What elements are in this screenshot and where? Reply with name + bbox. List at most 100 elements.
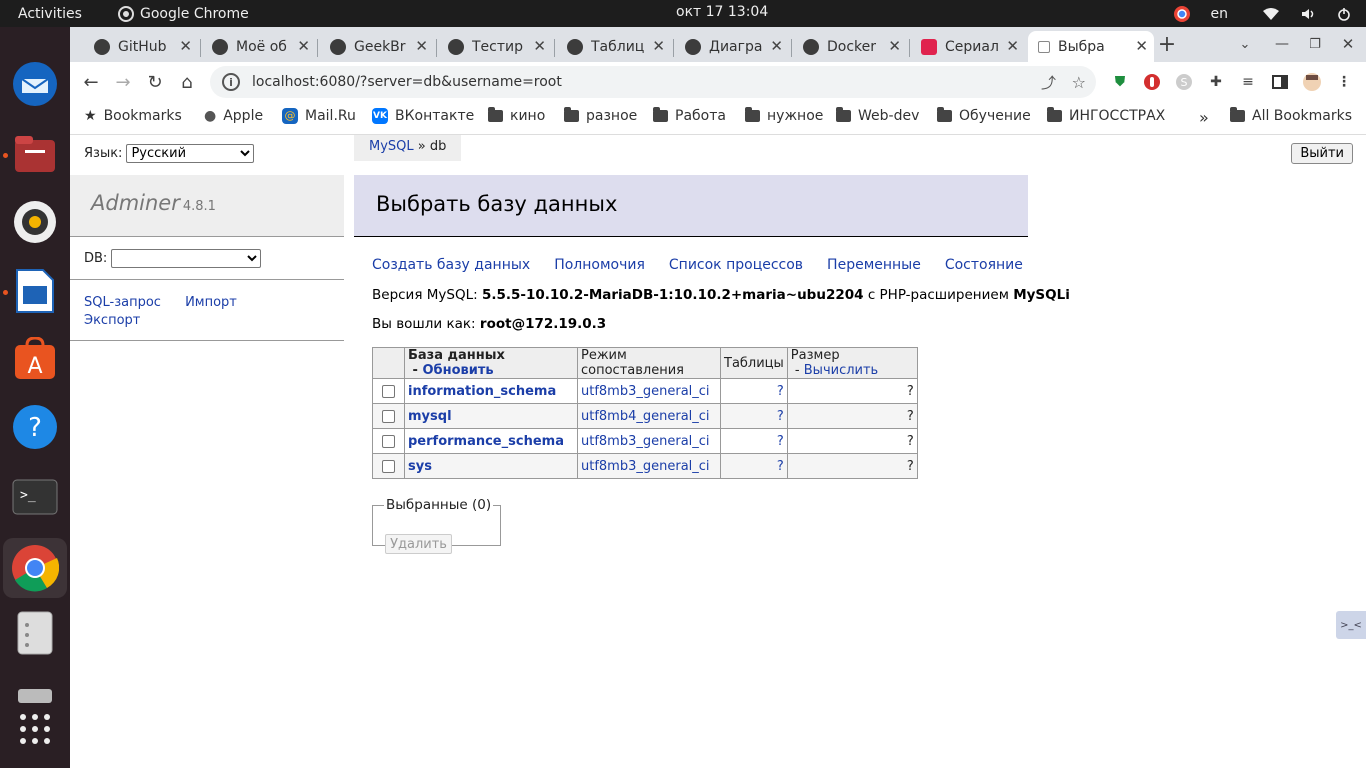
import-link[interactable]: Импорт bbox=[185, 295, 237, 310]
tab-geekbrains[interactable]: GeekBr ✕ bbox=[320, 31, 434, 62]
help-icon[interactable]: ? bbox=[11, 403, 59, 451]
tab-serials[interactable]: Сериал ✕ bbox=[911, 31, 1025, 62]
tab-adminer-active[interactable]: Выбра ✕ bbox=[1028, 31, 1154, 62]
share-icon[interactable]: ⤴ bbox=[1041, 72, 1056, 93]
chrome-indicator-icon[interactable] bbox=[1173, 5, 1191, 23]
bookmark-vk[interactable]: VK ВКонтакте bbox=[372, 108, 474, 124]
rhythmbox-icon[interactable] bbox=[11, 198, 59, 246]
bookmark-folder-obuchenie[interactable]: Обучение bbox=[937, 107, 1031, 124]
close-icon[interactable]: ✕ bbox=[1135, 37, 1148, 55]
bookmark-apple[interactable]: ● Apple bbox=[204, 108, 263, 124]
wifi-icon[interactable] bbox=[1262, 7, 1280, 21]
db-select[interactable] bbox=[111, 248, 262, 268]
reload-button[interactable]: ↻ bbox=[143, 70, 167, 94]
restore-button[interactable]: ❐ bbox=[1303, 32, 1327, 56]
new-tab-button[interactable]: + bbox=[1155, 32, 1179, 57]
collation-link[interactable]: utf8mb3_general_ci bbox=[581, 434, 710, 449]
tab-testing[interactable]: Тестир ✕ bbox=[438, 31, 552, 62]
variables-link[interactable]: Переменные bbox=[827, 257, 921, 273]
bookmark-mailru[interactable]: @ Mail.Ru bbox=[282, 108, 356, 124]
tab-moe[interactable]: Моё об ✕ bbox=[202, 31, 316, 62]
file-manager-icon[interactable] bbox=[11, 609, 59, 657]
close-icon[interactable]: ✕ bbox=[1006, 37, 1019, 55]
tab-diagrams[interactable]: Диагра ✕ bbox=[675, 31, 789, 62]
back-button[interactable]: ← bbox=[79, 70, 103, 94]
minimize-button[interactable]: — bbox=[1270, 32, 1294, 56]
logout-button[interactable]: Выйти bbox=[1291, 143, 1353, 164]
database-link[interactable]: sys bbox=[408, 459, 432, 474]
close-icon[interactable]: ✕ bbox=[770, 37, 783, 55]
adminer-logo[interactable]: Adminer 4.8.1 bbox=[70, 175, 344, 237]
writer-icon[interactable] bbox=[11, 267, 59, 315]
bookmark-folder-webdev[interactable]: Web-dev bbox=[836, 107, 919, 124]
software-icon[interactable]: A bbox=[11, 335, 59, 383]
language-select[interactable]: Русский bbox=[126, 144, 255, 163]
breadcrumb-mysql-link[interactable]: MySQL bbox=[369, 139, 414, 154]
database-link[interactable]: mysql bbox=[408, 409, 452, 424]
volume-icon[interactable] bbox=[1300, 6, 1316, 22]
power-icon[interactable] bbox=[1336, 6, 1352, 22]
row-checkbox[interactable] bbox=[382, 409, 395, 423]
forward-button[interactable]: → bbox=[111, 70, 135, 94]
show-apps-icon[interactable] bbox=[11, 705, 59, 753]
privileges-link[interactable]: Полномочия bbox=[554, 257, 645, 273]
process-list-link[interactable]: Список процессов bbox=[669, 257, 803, 273]
bookmark-star-icon[interactable]: ☆ bbox=[1072, 73, 1086, 92]
side-panel-icon[interactable] bbox=[1270, 72, 1290, 92]
site-info-icon[interactable]: i bbox=[222, 73, 240, 91]
app-menu[interactable]: Google Chrome bbox=[118, 5, 249, 22]
database-link[interactable]: information_schema bbox=[408, 384, 556, 399]
bookmark-folder-raznoe[interactable]: разное bbox=[564, 107, 637, 124]
window-close-button[interactable]: ✕ bbox=[1336, 32, 1360, 56]
tab-search-icon[interactable]: ⌄ bbox=[1233, 32, 1257, 56]
row-checkbox[interactable] bbox=[382, 434, 395, 448]
files-icon[interactable] bbox=[11, 130, 59, 178]
tab-docker[interactable]: Docker ✕ bbox=[793, 31, 907, 62]
close-icon[interactable]: ✕ bbox=[533, 37, 546, 55]
activities-button[interactable]: Activities bbox=[0, 6, 100, 22]
close-icon[interactable]: ✕ bbox=[888, 37, 901, 55]
close-icon[interactable]: ✕ bbox=[652, 37, 665, 55]
url-text[interactable]: localhost:6080/?server=db&username=root bbox=[252, 74, 562, 90]
collation-link[interactable]: utf8mb3_general_ci bbox=[581, 384, 710, 399]
close-icon[interactable]: ✕ bbox=[297, 37, 310, 55]
keyboard-layout[interactable]: en bbox=[1211, 6, 1229, 22]
create-database-link[interactable]: Создать базу данных bbox=[372, 257, 530, 273]
address-bar[interactable]: i localhost:6080/?server=db&username=roo… bbox=[210, 66, 1096, 98]
bookmark-folder-ingosstrakh[interactable]: ИНГОССТРАХ bbox=[1047, 107, 1165, 124]
sql-command-link[interactable]: SQL-запрос bbox=[84, 295, 161, 310]
adblock-icon[interactable] bbox=[1142, 72, 1162, 92]
chrome-dock-icon[interactable] bbox=[3, 538, 67, 598]
compute-size-link[interactable]: Вычислить bbox=[804, 363, 878, 378]
clock[interactable]: окт 17 13:04 bbox=[676, 4, 768, 20]
bookmark-folder-rabota[interactable]: Работа bbox=[653, 107, 726, 124]
media-controls-icon[interactable]: ≡ bbox=[1238, 72, 1258, 92]
row-checkbox[interactable] bbox=[382, 384, 395, 398]
tables-count-link[interactable]: ? bbox=[777, 384, 784, 399]
tab-tables[interactable]: Таблиц ✕ bbox=[557, 31, 671, 62]
bookmarks-overflow-button[interactable]: » bbox=[1199, 108, 1209, 127]
close-icon[interactable]: ✕ bbox=[415, 37, 428, 55]
tables-count-link[interactable]: ? bbox=[777, 434, 784, 449]
close-icon[interactable]: ✕ bbox=[179, 37, 192, 55]
export-link[interactable]: Экспорт bbox=[84, 313, 140, 328]
row-checkbox[interactable] bbox=[382, 459, 395, 473]
bookmark-folder-nuzhnoe[interactable]: нужное bbox=[745, 107, 823, 124]
collation-link[interactable]: utf8mb4_general_ci bbox=[581, 409, 710, 424]
refresh-link[interactable]: Обновить bbox=[422, 363, 493, 378]
bookmark-folder-kino[interactable]: кино bbox=[488, 107, 545, 124]
extensions-puzzle-icon[interactable]: ✚ bbox=[1206, 72, 1226, 92]
floating-widget-icon[interactable]: >_< bbox=[1336, 611, 1366, 639]
thunderbird-icon[interactable] bbox=[11, 60, 59, 108]
terminal-icon[interactable]: >_ bbox=[11, 473, 59, 521]
tables-count-link[interactable]: ? bbox=[777, 409, 784, 424]
adguard-icon[interactable]: ⛊ bbox=[1110, 72, 1130, 92]
all-bookmarks[interactable]: All Bookmarks bbox=[1230, 107, 1352, 124]
menu-icon[interactable]: ⋮ bbox=[1334, 72, 1354, 92]
tab-github[interactable]: GitHub ✕ bbox=[84, 31, 198, 62]
database-link[interactable]: performance_schema bbox=[408, 434, 564, 449]
bookmark-bookmarks[interactable]: ★ Bookmarks bbox=[84, 108, 182, 124]
delete-button[interactable]: Удалить bbox=[385, 534, 452, 554]
tables-count-link[interactable]: ? bbox=[777, 459, 784, 474]
profile-avatar-icon[interactable] bbox=[1302, 72, 1322, 92]
